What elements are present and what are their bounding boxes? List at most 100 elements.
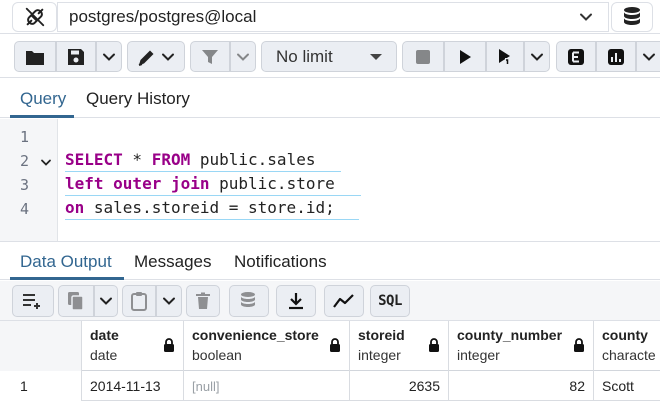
cell-county-number[interactable]: 82 xyxy=(449,371,594,401)
selection-underline xyxy=(65,195,361,196)
clipboard-icon xyxy=(131,292,147,311)
selection-underline xyxy=(65,219,359,220)
code-line-2: SELECT * FROM public.sales xyxy=(65,150,315,169)
line-number: 2 xyxy=(20,152,30,170)
chevron-down-icon xyxy=(100,297,112,305)
folder-icon xyxy=(26,50,44,65)
code-text: * xyxy=(122,150,152,169)
table-row[interactable]: 1 2014-11-13 [null] 2635 82 Scott xyxy=(0,371,660,401)
add-row-button[interactable] xyxy=(12,285,54,317)
tab-query[interactable]: Query xyxy=(20,89,66,109)
tab-notifications[interactable]: Notifications xyxy=(234,252,327,272)
column-header-date[interactable]: date date xyxy=(82,321,184,371)
column-header-storeid[interactable]: storeid integer xyxy=(350,321,449,371)
code-text: sales.storeid = store.id; xyxy=(84,198,335,217)
connection-status-button[interactable] xyxy=(12,2,57,32)
tab-query-history[interactable]: Query History xyxy=(86,89,190,109)
chevron-down-icon xyxy=(580,13,592,21)
line-chart-icon xyxy=(333,294,354,308)
tab-messages[interactable]: Messages xyxy=(134,252,211,272)
more-options-dropdown[interactable] xyxy=(636,41,660,72)
column-header-county-number[interactable]: county_number integer xyxy=(449,321,594,371)
copy-icon xyxy=(68,292,84,311)
database-save-icon xyxy=(241,292,255,307)
code-text: public.sales xyxy=(190,150,316,169)
explain-e-icon xyxy=(568,48,584,65)
query-toolbar: No limit xyxy=(0,36,660,78)
sql-keyword: FROM xyxy=(151,150,191,169)
connection-select[interactable]: postgres/postgres@local xyxy=(57,2,609,32)
chevron-down-icon xyxy=(643,53,655,61)
sql-button[interactable]: SQL xyxy=(370,285,410,317)
copy-button[interactable] xyxy=(58,285,94,317)
cell-convenience-store[interactable]: [null] xyxy=(184,371,350,401)
save-options-dropdown[interactable] xyxy=(96,41,122,72)
chevron-down-icon xyxy=(237,53,249,61)
active-tab-indicator xyxy=(10,115,74,118)
explain-analyze-button[interactable] xyxy=(556,41,596,72)
save-file-button[interactable] xyxy=(56,41,96,72)
stop-icon xyxy=(416,49,430,64)
code-line-3: left outer join public.store xyxy=(65,174,335,193)
graph-visualiser-button[interactable] xyxy=(596,41,636,72)
lock-icon xyxy=(429,338,439,352)
sql-keyword: left outer join xyxy=(65,174,210,193)
add-row-icon xyxy=(23,294,40,309)
result-tab-bar: Data Output Messages Notifications xyxy=(0,241,660,280)
save-data-button[interactable] xyxy=(229,285,269,317)
row-number[interactable]: 1 xyxy=(0,371,82,401)
download-button[interactable] xyxy=(276,285,316,317)
column-name: date xyxy=(90,327,119,343)
trash-icon xyxy=(196,292,210,309)
column-header-county[interactable]: county characte xyxy=(594,321,660,371)
filter-button[interactable] xyxy=(190,41,230,72)
explain-button[interactable] xyxy=(486,41,524,72)
code-text: public.store xyxy=(209,174,335,193)
column-type: boolean xyxy=(192,347,242,363)
line-number-gutter: 1 2 3 4 xyxy=(0,119,58,241)
row-limit-value: No limit xyxy=(276,46,333,66)
lock-icon xyxy=(574,338,584,352)
column-type: characte xyxy=(602,347,656,363)
paste-options-dropdown[interactable] xyxy=(156,285,182,317)
cell-storeid[interactable]: 2635 xyxy=(350,371,449,401)
open-file-button[interactable] xyxy=(14,41,56,72)
filter-options-dropdown[interactable] xyxy=(230,41,256,72)
sql-editor[interactable]: 1 2 3 4 SELECT * FROM public.sales left … xyxy=(0,119,660,241)
delete-row-button[interactable] xyxy=(186,285,220,317)
execute-options-dropdown[interactable] xyxy=(524,41,550,72)
column-type: date xyxy=(90,347,118,363)
copy-options-dropdown[interactable] xyxy=(94,285,118,317)
tab-data-output[interactable]: Data Output xyxy=(20,252,112,272)
line-number: 3 xyxy=(20,176,30,194)
cell-date[interactable]: 2014-11-13 xyxy=(82,371,184,401)
execute-button[interactable] xyxy=(444,41,486,72)
column-name: county_number xyxy=(457,327,563,343)
cell-county[interactable]: Scott xyxy=(594,371,660,401)
stop-button[interactable] xyxy=(402,41,444,72)
disconnected-plug-icon xyxy=(25,7,44,27)
sql-keyword: on xyxy=(65,198,85,217)
row-limit-select[interactable]: No limit xyxy=(261,41,397,72)
chevron-down-icon xyxy=(162,53,174,61)
edit-button[interactable] xyxy=(127,41,185,72)
grid-header-row: date date convenience_store boolean stor… xyxy=(0,321,660,371)
results-toolbar: SQL xyxy=(0,281,660,321)
paste-button[interactable] xyxy=(122,285,156,317)
column-name: county xyxy=(602,327,648,343)
line-number: 1 xyxy=(20,128,30,146)
fold-chevron-icon[interactable] xyxy=(40,157,52,169)
database-icon xyxy=(624,7,640,25)
row-number-header[interactable] xyxy=(0,321,82,371)
chevron-down-icon xyxy=(103,53,115,61)
lock-icon xyxy=(330,338,340,352)
graph-visualiser-button[interactable] xyxy=(324,285,364,317)
column-header-convenience-store[interactable]: convenience_store boolean xyxy=(184,321,350,371)
new-connection-button[interactable] xyxy=(611,2,653,32)
column-type: integer xyxy=(358,347,401,363)
chevron-down-icon xyxy=(163,297,175,305)
connection-bar: postgres/postgres@local xyxy=(0,0,660,34)
column-name: storeid xyxy=(358,327,405,343)
sql-label: SQL xyxy=(378,293,402,309)
active-tab-indicator xyxy=(10,277,124,280)
